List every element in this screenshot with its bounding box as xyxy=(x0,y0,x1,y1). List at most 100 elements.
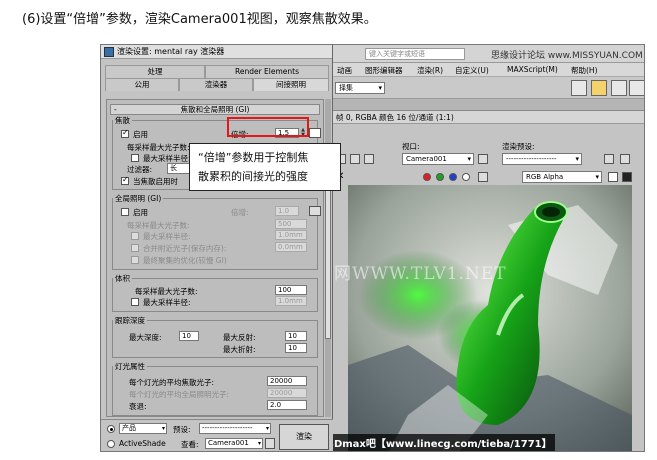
gi-max-radius-checkbox[interactable] xyxy=(131,232,139,240)
render-setup-dialog: 渲染设置: mental ray 渲染器 处理 Render Elements … xyxy=(101,45,333,451)
tab-indirect-illumination[interactable]: 间接照明 xyxy=(253,78,329,91)
gi-max-photons-input[interactable]: 500 xyxy=(275,219,307,229)
gi-enable-checkbox[interactable] xyxy=(121,208,129,216)
callout-line-1: “倍增”参数用于控制焦 xyxy=(198,151,309,164)
volume-max-photons-input[interactable]: 100 xyxy=(275,285,307,295)
preset-dropdown[interactable]: -------------------- xyxy=(199,423,271,434)
gi-multiplier-label: 倍增: xyxy=(231,208,249,217)
volume-max-radius-label: 最大采样半径: xyxy=(143,298,191,307)
mono-icon[interactable] xyxy=(478,172,488,182)
caustics-color-swatch[interactable] xyxy=(309,128,321,138)
gi-merge-input[interactable]: 0.0mm xyxy=(275,242,307,252)
caustics-enable-checkbox[interactable] xyxy=(121,128,129,138)
trace-depth-group-label: 跟踪深度 xyxy=(113,315,147,326)
dialog-title-bar: 渲染设置: mental ray 渲染器 xyxy=(101,45,332,59)
render-preset-dropdown[interactable]: -------------------- xyxy=(502,153,582,165)
channel-dropdown[interactable]: RGB Alpha xyxy=(522,171,602,183)
volume-group-label: 体积 xyxy=(113,273,132,284)
gi-color-swatch[interactable] xyxy=(309,206,321,216)
tabs-row-2: 公用 渲染器 间接照明 xyxy=(101,78,333,91)
max-depth-input[interactable]: 10 xyxy=(179,331,199,341)
environment-icon[interactable] xyxy=(620,154,630,164)
render-teapot-icon[interactable] xyxy=(629,80,644,96)
gi-final-gather-label: 最终聚集的优化(较慢 GI) xyxy=(143,256,227,265)
bottom-watermark: 3Dmax吧【www.linecg.com/tieba/1771】 xyxy=(324,434,555,451)
render-button[interactable]: 渲染 xyxy=(279,424,329,450)
clone-window-icon[interactable] xyxy=(364,154,374,164)
max-refract-label: 最大折射: xyxy=(223,345,256,354)
menu-item-rendering[interactable]: 渲染(R) xyxy=(417,65,443,76)
volume-max-radius-checkbox[interactable] xyxy=(131,298,139,306)
alpha-channel-icon[interactable] xyxy=(462,173,470,181)
tab-processing[interactable]: 处理 xyxy=(105,65,205,78)
rollout-title: 焦散和全局照明 (GI) xyxy=(180,105,250,114)
tab-common[interactable]: 公用 xyxy=(105,78,179,91)
view-lock-icon[interactable] xyxy=(265,438,275,449)
menu-item-help[interactable]: 帮助(H) xyxy=(571,65,598,76)
gi-group-label: 全局照明 (GI) xyxy=(113,193,164,204)
red-channel-icon[interactable] xyxy=(423,173,431,181)
menu-item-maxscript[interactable]: MAXScript(M) xyxy=(507,65,558,74)
max-reflect-input[interactable]: 10 xyxy=(285,331,307,341)
caustics-max-photons-label: 每采样最大光子数: xyxy=(127,143,190,152)
frame-buffer-title: 帧 0, RGBA 颜色 16 位/通道 (1:1) xyxy=(332,111,644,124)
rendered-frame-icon[interactable] xyxy=(611,80,627,96)
screenshot-frame: 键入关键字或短语 思缘设计论坛 www.MISSYUAN.COM 动画 图形编辑… xyxy=(100,44,645,452)
bottom-bar: 产品 预设: -------------------- ActiveShade … xyxy=(101,419,333,451)
product-dropdown[interactable]: 产品 xyxy=(119,423,167,434)
decay-input[interactable]: 2.0 xyxy=(267,400,307,410)
render-setup-small-icon[interactable] xyxy=(604,154,614,164)
preset-label: 预设: xyxy=(173,425,191,434)
highlight-box xyxy=(227,117,309,137)
gi-multiplier-input[interactable]: 1.0 xyxy=(275,206,299,216)
caustics-max-radius-checkbox[interactable] xyxy=(131,154,139,162)
volume-max-radius-input[interactable]: 1.0mm xyxy=(275,296,307,306)
menu-item-customize[interactable]: 自定义(U) xyxy=(455,65,489,76)
avg-caustic-input[interactable]: 20000 xyxy=(267,376,307,386)
view-dropdown[interactable]: Camera001 xyxy=(205,438,263,449)
render-preset-label: 渲染预设: xyxy=(502,142,535,151)
light-properties-group-label: 灯光属性 xyxy=(113,361,147,372)
view-label: 查看: xyxy=(181,440,199,449)
lock-icon[interactable] xyxy=(478,154,488,164)
backdrop-toolbar: 择集 xyxy=(331,77,644,99)
activeshade-radio[interactable] xyxy=(107,440,115,448)
gi-merge-checkbox[interactable] xyxy=(131,244,139,252)
gi-merge-label: 合并附近光子(保存内存): xyxy=(143,244,227,253)
volume-max-photons-label: 每采样最大光子数: xyxy=(135,287,198,296)
avg-gi-label: 每个灯光的平均全局照明光子: xyxy=(129,390,230,399)
white-swatch-icon[interactable] xyxy=(608,172,618,182)
bottle-render xyxy=(348,185,632,451)
dialog-title: 渲染设置: mental ray 渲染器 xyxy=(117,47,225,56)
material-editor-icon[interactable] xyxy=(571,80,587,96)
viewport-dropdown[interactable]: Camera001 xyxy=(402,153,474,165)
gi-max-radius-label: 最大采样半径: xyxy=(143,232,191,241)
backdrop-app-window: 键入关键字或短语 思缘设计论坛 www.MISSYUAN.COM 动画 图形编辑… xyxy=(262,45,644,451)
caustics-when-enabled-checkbox[interactable] xyxy=(121,175,129,185)
site-watermark: 思缘设计论坛 www.MISSYUAN.COM xyxy=(491,51,643,61)
callout-line-2: 散累积的间接光的强度 xyxy=(198,170,308,183)
tab-render-elements[interactable]: Render Elements xyxy=(205,65,329,78)
rollout-caustics-gi[interactable]: - 焦散和全局照明 (GI) xyxy=(110,104,320,115)
max-depth-label: 最大深度: xyxy=(129,333,162,342)
render-setup-icon[interactable] xyxy=(591,80,607,96)
gi-final-gather-checkbox[interactable] xyxy=(131,256,139,264)
frame-buffer-window: 帧 0, RGBA 颜色 16 位/通道 (1:1) 视口: Camera001… xyxy=(262,111,644,451)
caustics-enable-label: 启用 xyxy=(133,130,148,139)
rendered-image xyxy=(348,185,632,451)
black-swatch-icon[interactable] xyxy=(622,172,632,182)
max-refract-input[interactable]: 10 xyxy=(285,343,307,353)
tab-renderer[interactable]: 渲染器 xyxy=(179,78,253,91)
avg-gi-input[interactable]: 20000 xyxy=(267,388,307,398)
menu-item-graph-editors[interactable]: 图形编辑器 xyxy=(365,65,403,76)
menu-item-animation[interactable]: 动画 xyxy=(337,65,352,76)
blue-channel-icon[interactable] xyxy=(449,173,457,181)
selection-set-dropdown[interactable]: 择集 xyxy=(335,82,385,94)
green-channel-icon[interactable] xyxy=(436,173,444,181)
copy-image-icon[interactable] xyxy=(350,154,360,164)
product-radio[interactable] xyxy=(107,425,115,433)
gi-max-radius-input[interactable]: 1.0mm xyxy=(275,230,307,240)
backdrop-menubar: 动画 图形编辑器 渲染(R) 自定义(U) MAXScript(M) 帮助(H) xyxy=(331,63,644,77)
tabs-row-1: 处理 Render Elements xyxy=(101,65,333,78)
search-input[interactable]: 键入关键字或短语 xyxy=(365,48,465,60)
